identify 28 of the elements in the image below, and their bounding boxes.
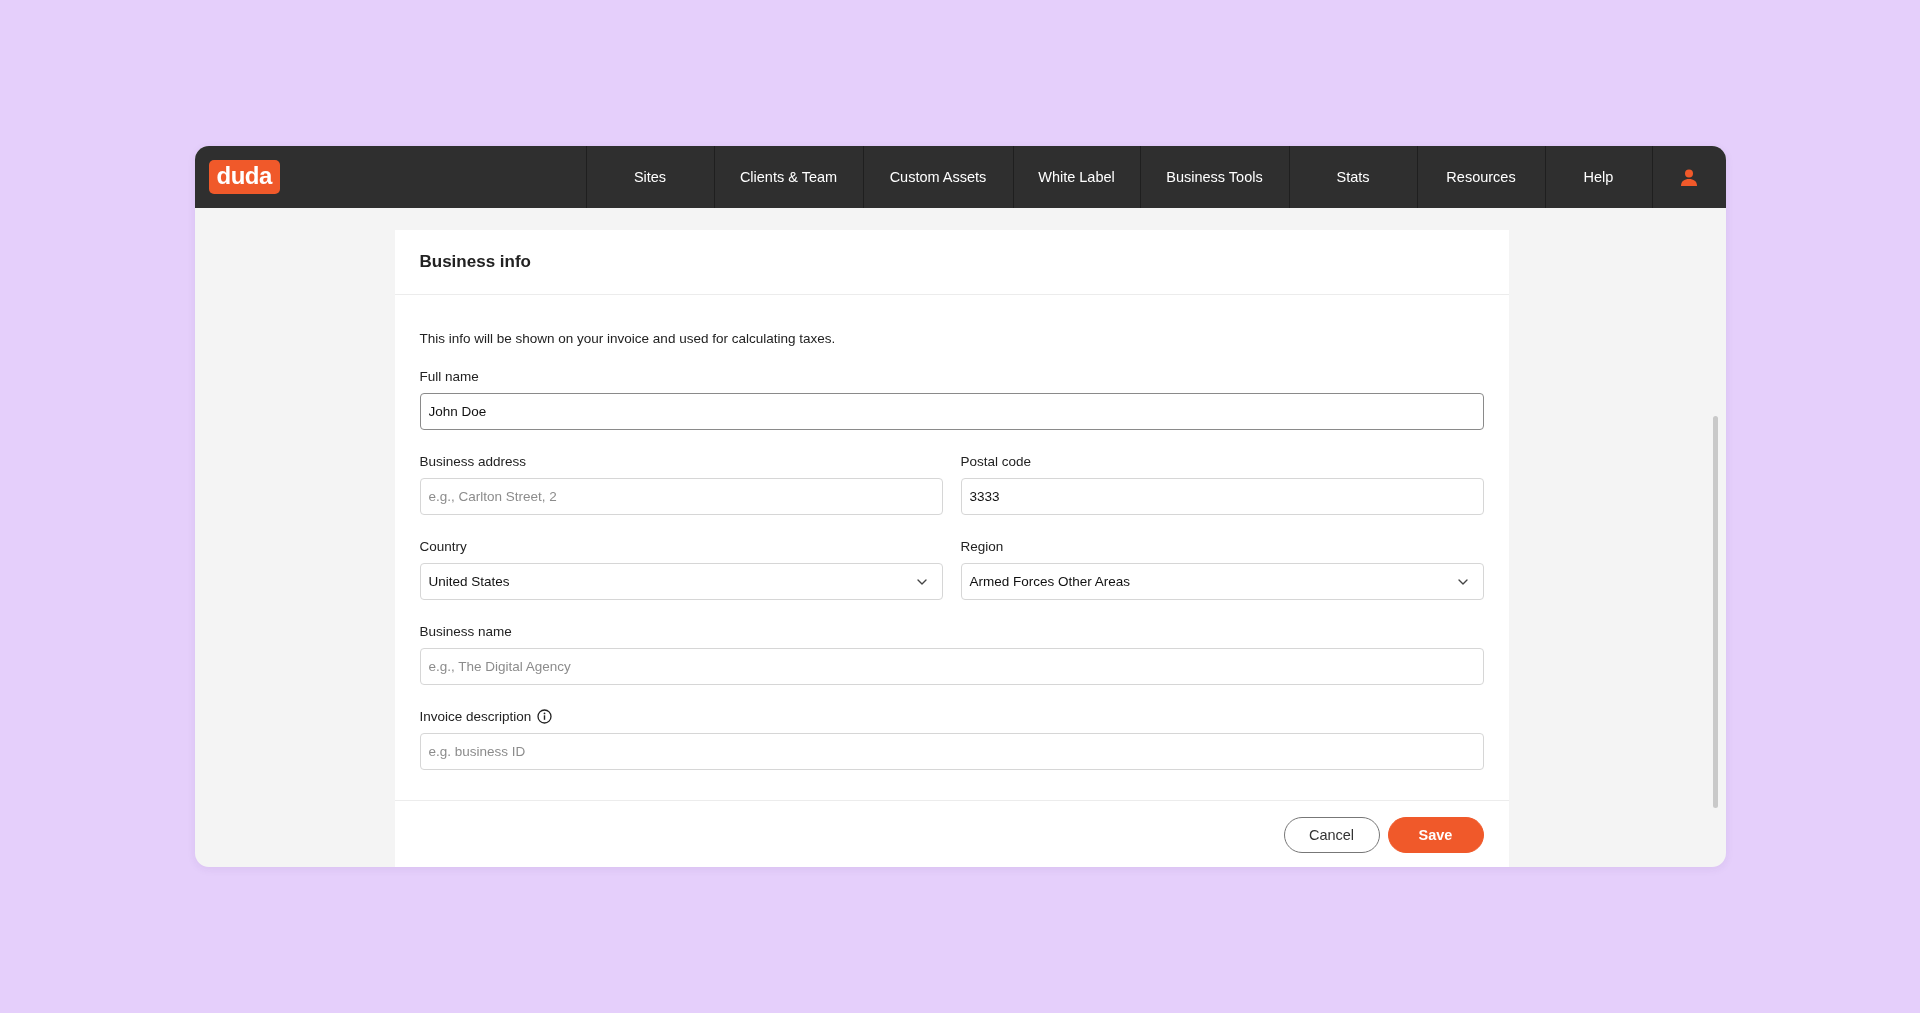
input-field[interactable]: e.g. business ID [419, 733, 1484, 770]
field-label: Business name [419, 624, 512, 639]
input-field[interactable]: e.g., Carlton Street, 2 [419, 478, 943, 515]
field-label: Postal code [960, 454, 1032, 469]
field-label: Invoice description [419, 709, 532, 724]
nav-link[interactable]: White Label [1012, 146, 1140, 208]
nav-link[interactable]: Resources [1416, 146, 1545, 208]
field-label: Region [960, 539, 1004, 554]
nav-link[interactable]: Sites [585, 146, 714, 208]
info-icon[interactable] [537, 709, 553, 724]
field-label: Country [419, 539, 467, 554]
intro-text: This info will be shown on your invoice and used for calculating taxes. [419, 331, 836, 346]
input-field[interactable]: 3333 [960, 478, 1484, 515]
cancel-button[interactable]: Cancel [1283, 817, 1380, 853]
nav-link[interactable]: Help [1544, 146, 1652, 208]
select-field[interactable]: Armed Forces Other Areas [960, 563, 1484, 600]
input-field[interactable]: e.g., The Digital Agency [419, 648, 1484, 685]
nav-link[interactable]: Clients & Team [713, 146, 863, 208]
input-field[interactable]: John Doe [419, 393, 1484, 430]
select-field[interactable]: United States [419, 563, 943, 600]
card-title: Business info [419, 252, 531, 272]
scrollbar-thumb[interactable] [1712, 416, 1718, 808]
user-icon [1681, 168, 1697, 186]
nav-link[interactable]: Business Tools [1139, 146, 1289, 208]
nav-link[interactable]: Stats [1288, 146, 1417, 208]
field-label: Business address [419, 454, 527, 469]
nav-link[interactable]: Custom Assets [862, 146, 1013, 208]
field-label: Full name [419, 369, 479, 384]
